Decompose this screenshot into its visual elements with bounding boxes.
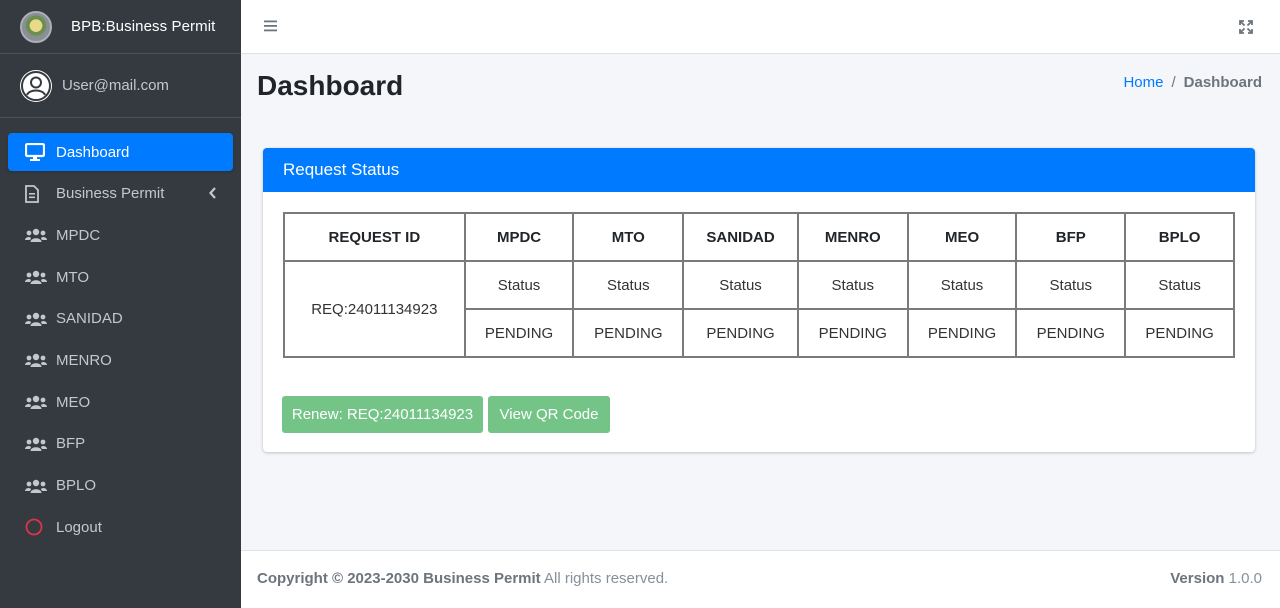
users-icon bbox=[25, 267, 49, 287]
sidebar-item-label: MPDC bbox=[56, 226, 101, 244]
brand-title: BPB:Business Permit bbox=[71, 18, 216, 35]
sidebar-item-bplo[interactable]: BPLO bbox=[8, 467, 233, 505]
view-qr-code-button[interactable]: View QR Code bbox=[488, 396, 610, 433]
users-icon bbox=[25, 476, 49, 496]
status-value-cell: PENDING bbox=[796, 308, 909, 358]
users-icon bbox=[25, 309, 49, 329]
chevron-left-icon[interactable] bbox=[209, 186, 217, 203]
sidebar-item-label: BFP bbox=[56, 435, 86, 453]
desktop-icon bbox=[25, 142, 49, 162]
hamburger-menu-icon[interactable] bbox=[263, 18, 279, 34]
users-icon bbox=[25, 225, 49, 245]
top-navbar bbox=[241, 0, 1280, 54]
fullscreen-expand-icon[interactable] bbox=[1238, 19, 1254, 35]
user-circle-icon bbox=[20, 69, 52, 102]
sidebar-nav: Dashboard Business Permit MPDC MTO SANID… bbox=[0, 118, 241, 546]
status-label-cell: Status bbox=[463, 260, 575, 310]
column-header: MENRO bbox=[796, 212, 909, 262]
user-email: User@mail.com bbox=[62, 77, 169, 94]
request-status-card: Request Status REQUEST ID MPDC MTO SANID… bbox=[263, 148, 1255, 452]
sidebar-item-label: Logout bbox=[56, 518, 102, 536]
sidebar-item-meo[interactable]: MEO bbox=[8, 383, 233, 421]
sidebar-item-label: Business Permit bbox=[56, 185, 165, 203]
breadcrumb: Home / Dashboard bbox=[1123, 74, 1262, 91]
card-title: Request Status bbox=[263, 148, 1255, 192]
users-icon bbox=[25, 434, 49, 454]
status-value-cell: PENDING bbox=[1015, 308, 1127, 358]
status-value-cell: PENDING bbox=[463, 308, 575, 358]
sidebar: BPB:Business Permit User@mail.com Dashbo… bbox=[0, 0, 241, 608]
sidebar-item-mpdc[interactable]: MPDC bbox=[8, 216, 233, 254]
renew-button[interactable]: Renew: REQ:24011134923 bbox=[282, 396, 483, 433]
table-row: REQ:24011134923 Status Status Status Sta… bbox=[283, 260, 1235, 358]
request-status-table: REQUEST ID MPDC MTO SANIDAD MENRO MEO BF… bbox=[283, 212, 1235, 358]
sidebar-item-label: SANIDAD bbox=[56, 310, 123, 328]
brand-link[interactable]: BPB:Business Permit bbox=[0, 0, 241, 54]
seal-logo bbox=[20, 10, 52, 43]
sidebar-item-mto[interactable]: MTO bbox=[8, 258, 233, 296]
status-value-cell: PENDING bbox=[906, 308, 1018, 358]
sidebar-item-label: BPLO bbox=[56, 477, 97, 494]
breadcrumb-separator: / bbox=[1171, 74, 1176, 91]
column-header: BPLO bbox=[1124, 212, 1235, 262]
sidebar-item-dashboard[interactable]: Dashboard bbox=[8, 133, 233, 171]
sidebar-item-label: MTO bbox=[56, 268, 90, 286]
status-label-cell: Status bbox=[796, 260, 909, 310]
sidebar-item-label: Dashboard bbox=[56, 143, 130, 161]
rights-text: All rights reserved. bbox=[544, 570, 669, 587]
column-header: MPDC bbox=[463, 212, 575, 262]
column-header: MTO bbox=[572, 212, 685, 262]
sidebar-item-sanidad[interactable]: SANIDAD bbox=[8, 300, 233, 338]
file-icon bbox=[25, 184, 49, 204]
status-label-cell: Status bbox=[1124, 260, 1235, 310]
user-panel[interactable]: User@mail.com bbox=[0, 54, 241, 118]
status-label-cell: Status bbox=[572, 260, 685, 310]
sidebar-item-label: MEO bbox=[56, 393, 91, 411]
breadcrumb-current: Dashboard bbox=[1183, 74, 1262, 91]
users-icon bbox=[25, 392, 49, 412]
sidebar-item-business-permit[interactable]: Business Permit bbox=[8, 175, 233, 213]
sidebar-item-logout[interactable]: Logout bbox=[8, 508, 233, 546]
breadcrumb-home-link[interactable]: Home bbox=[1123, 74, 1163, 91]
status-value-cell: PENDING bbox=[1124, 308, 1235, 358]
circle-icon bbox=[25, 517, 49, 537]
request-id-cell: REQ:24011134923 bbox=[283, 260, 466, 358]
column-header: REQUEST ID bbox=[283, 212, 466, 262]
sidebar-item-label: MENRO bbox=[56, 351, 112, 369]
sidebar-item-bfp[interactable]: BFP bbox=[8, 425, 233, 463]
column-header: BFP bbox=[1015, 212, 1127, 262]
copyright-text: Copyright © 2023-2030 Business Permit bbox=[257, 570, 541, 587]
column-header: SANIDAD bbox=[682, 212, 799, 262]
users-icon bbox=[25, 350, 49, 370]
status-value-cell: PENDING bbox=[572, 308, 685, 358]
version-label: Version bbox=[1170, 570, 1225, 587]
status-value-cell: PENDING bbox=[682, 308, 799, 358]
status-label-cell: Status bbox=[682, 260, 799, 310]
footer: Copyright © 2023-2030 Business Permit Al… bbox=[241, 550, 1280, 608]
version-number: 1.0.0 bbox=[1228, 570, 1262, 587]
sidebar-item-menro[interactable]: MENRO bbox=[8, 341, 233, 379]
footer-version: Version 1.0.0 bbox=[1170, 570, 1262, 587]
status-label-cell: Status bbox=[906, 260, 1018, 310]
page-title: Dashboard bbox=[257, 70, 404, 101]
column-header: MEO bbox=[906, 212, 1018, 262]
footer-copyright: Copyright © 2023-2030 Business Permit Al… bbox=[257, 570, 668, 587]
table-header-row: REQUEST ID MPDC MTO SANIDAD MENRO MEO BF… bbox=[283, 212, 1235, 262]
status-label-cell: Status bbox=[1015, 260, 1127, 310]
